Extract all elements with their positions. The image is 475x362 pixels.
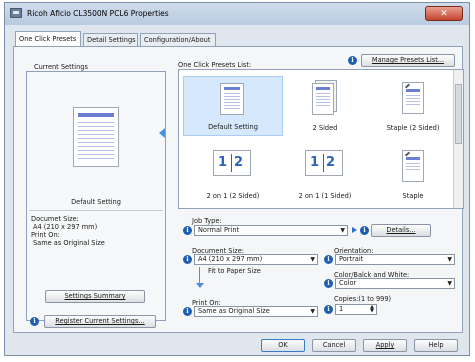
print-on-value: Same as Original Size — [33, 239, 105, 247]
two-on-one-icon: 1 2 — [305, 150, 343, 176]
preset-item[interactable]: Staple (2 Sided) — [363, 76, 463, 136]
collapse-arrow-icon[interactable] — [159, 128, 165, 138]
tab-detail-settings[interactable]: Detail Settings — [83, 33, 138, 46]
spinner-arrows-icon[interactable]: ▲ ▼ — [370, 305, 374, 314]
preset-label: Staple (2 Sided) — [386, 124, 440, 132]
preset-label: 2 on 1 (1 Sided) — [298, 192, 352, 200]
chevron-down-icon: ▼ — [447, 280, 452, 287]
scroll-thumb[interactable] — [455, 84, 462, 144]
preset-item[interactable]: 1 2 2 on 1 (2 Sided) — [183, 144, 283, 204]
preset-label: Default Setting — [208, 123, 258, 131]
duplex-icon — [312, 83, 334, 115]
preset-label: 2 Sided — [312, 124, 338, 132]
divider — [29, 210, 163, 211]
info-icon[interactable]: i — [324, 255, 333, 264]
preset-item[interactable]: 1 2 2 on 1 (1 Sided) — [275, 144, 375, 204]
preset-item[interactable]: Staple — [363, 144, 463, 204]
help-button[interactable]: Help — [414, 339, 458, 352]
print-on-label: Print On: — [31, 231, 60, 239]
presets-list-label: One Click Presets List: — [178, 61, 252, 69]
printer-properties-window: Ricoh Aficio CL3500N PCL6 Properties ✕ O… — [4, 2, 470, 356]
current-preset-name: Default Setting — [71, 198, 121, 206]
orientation-select[interactable]: Portrait ▼ — [335, 254, 455, 265]
current-preview-document — [73, 107, 119, 167]
document-size-select[interactable]: A4 (210 x 297 mm) ▼ — [194, 254, 318, 265]
printer-icon — [10, 8, 22, 18]
manage-presets-button[interactable]: Manage Presets List... — [361, 54, 455, 67]
presets-scrollbar[interactable] — [453, 70, 463, 208]
info-icon[interactable]: i — [183, 307, 192, 316]
info-icon[interactable]: i — [183, 255, 192, 264]
ok-button[interactable]: OK — [261, 339, 305, 352]
preset-label: 2 on 1 (2 Sided) — [206, 192, 260, 200]
staple-icon — [402, 82, 424, 114]
chevron-down-icon: ▼ — [340, 227, 345, 234]
window-title: Ricoh Aficio CL3500N PCL6 Properties — [27, 9, 169, 18]
tab-panel: Current Settings Default Setting Documet… — [13, 46, 464, 333]
preset-label: Staple — [402, 192, 424, 200]
print-on-select[interactable]: Same as Original Size ▼ — [194, 306, 318, 317]
doc-size-value: A4 (210 x 297 mm) — [33, 223, 98, 231]
chevron-down-icon: ▼ — [310, 256, 315, 263]
current-settings-group: Default Setting Documet Size: A4 (210 x … — [26, 71, 166, 321]
doc-size-label: Documet Size: — [31, 215, 79, 223]
info-icon[interactable]: i — [183, 226, 192, 235]
register-current-settings-button[interactable]: Register Current Settings... — [44, 315, 156, 328]
settings-summary-button[interactable]: Settings Summary — [45, 290, 145, 303]
apply-button[interactable]: Apply — [363, 339, 407, 352]
copies-label: Copies:(1 to 999) — [334, 295, 392, 303]
job-type-select[interactable]: Normal Print ▼ — [194, 225, 348, 236]
title-bar: Ricoh Aficio CL3500N PCL6 Properties ✕ — [5, 3, 469, 25]
arrow-down-head — [196, 283, 204, 288]
color-mode-select[interactable]: Color ▼ — [335, 278, 455, 289]
current-settings-heading: Current Settings — [34, 63, 88, 71]
info-icon[interactable]: i — [348, 56, 357, 65]
job-type-label: Job Type: — [192, 217, 222, 225]
fit-to-paper-label: Fit to Paper Size — [208, 267, 261, 275]
details-button[interactable]: Details... — [371, 224, 431, 237]
tab-one-click-presets[interactable]: One Click Presets — [15, 31, 81, 46]
staple-icon — [402, 150, 424, 182]
info-icon[interactable]: i — [324, 279, 333, 288]
info-icon[interactable]: i — [324, 305, 333, 314]
close-button[interactable]: ✕ — [425, 6, 463, 21]
preset-item[interactable]: 2 Sided — [275, 76, 375, 136]
info-icon[interactable]: i — [360, 226, 369, 235]
presets-list[interactable]: Default Setting 2 Sided Staple (2 Sided)… — [178, 69, 464, 209]
document-icon — [220, 83, 244, 115]
copies-spinner[interactable]: 1 ▲ ▼ — [335, 304, 377, 315]
tab-configuration-about[interactable]: Configuration/About — [140, 33, 216, 46]
two-on-one-icon: 1 2 — [213, 150, 251, 176]
chevron-down-icon: ▼ — [447, 256, 452, 263]
preset-item[interactable]: Default Setting — [183, 76, 283, 136]
info-icon[interactable]: i — [30, 317, 39, 326]
chevron-down-icon: ▼ — [310, 308, 315, 315]
arrow-right-icon — [352, 227, 357, 233]
cancel-button[interactable]: Cancel — [312, 339, 356, 352]
